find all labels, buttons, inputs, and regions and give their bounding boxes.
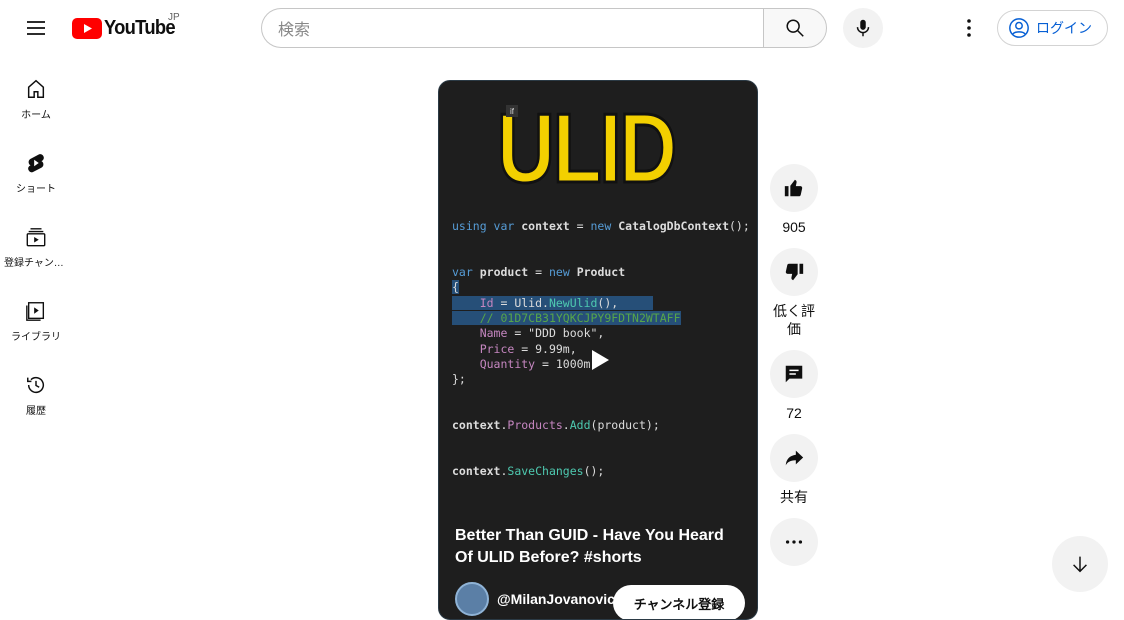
more-horizontal-icon <box>785 540 803 544</box>
code-line: context.SaveChanges(); <box>452 464 605 478</box>
region-code: JP <box>168 12 180 23</box>
shorts-icon <box>28 154 44 173</box>
arrow-down-icon <box>1073 556 1087 573</box>
like-button[interactable] <box>770 164 818 212</box>
code-line: var product = new Product <box>452 265 626 279</box>
home-icon <box>27 79 45 98</box>
search-button[interactable] <box>763 8 827 48</box>
code-line: }; <box>452 372 466 386</box>
channel-avatar[interactable] <box>455 582 489 616</box>
youtube-play-logo-icon <box>72 17 102 39</box>
code-line: Id = Ulid.NewUlid(), <box>452 296 653 310</box>
mini-guide: ホーム ショート 登録チャンネル ライブラリ 履歴 <box>0 56 72 426</box>
dislike-label: 低く評価 <box>773 303 815 337</box>
thumbs-up-icon <box>784 179 803 197</box>
video-title[interactable]: Better Than GUID - Have You Heard Of ULI… <box>455 525 745 569</box>
shorts-player[interactable]: ULID if using var context = new CatalogD… <box>438 80 758 620</box>
sidebar-item-label: ホーム <box>21 110 51 121</box>
search-placeholder: 検索 <box>278 22 311 39</box>
library-icon <box>26 302 45 321</box>
channel-row: @MilanJovanovic チャンネル登録 <box>455 581 755 619</box>
subscribe-button[interactable]: チャンネル登録 <box>613 585 745 619</box>
account-circle-icon <box>1009 18 1029 38</box>
share-button[interactable] <box>770 434 818 482</box>
like-count: 905 <box>782 219 806 235</box>
search-bar: 検索 <box>261 8 827 48</box>
comment-count: 72 <box>786 405 802 421</box>
code-line: Price = 9.99m, <box>479 342 577 356</box>
comment-action: 72 <box>770 350 818 422</box>
share-icon <box>785 450 804 466</box>
sidebar-item-label: 登録チャンネル <box>4 258 68 269</box>
more-vertical-icon <box>967 19 971 37</box>
settings-menu-button[interactable] <box>949 8 989 48</box>
comment-icon <box>785 365 803 383</box>
search-input[interactable]: 検索 <box>261 8 764 48</box>
login-label: ログイン <box>1036 20 1092 36</box>
microphone-icon <box>856 19 870 37</box>
share-label: 共有 <box>780 489 808 505</box>
code-line: Name = "DDD book", <box>479 326 605 340</box>
like-action: 905 <box>770 164 818 236</box>
sidebar-item-label: ショート <box>16 184 56 195</box>
code-line: using var context = new CatalogDbContext… <box>452 219 750 233</box>
thumbnail-badge: if <box>506 105 518 117</box>
sidebar-item-shorts[interactable]: ショート <box>0 130 72 204</box>
login-button[interactable]: ログイン <box>997 10 1108 46</box>
sidebar-item-label: 履歴 <box>26 406 46 417</box>
logo-text: YouTube <box>104 16 176 39</box>
code-line: { <box>452 280 459 294</box>
thumbnail-heading: ULID <box>496 93 679 203</box>
sidebar-item-home[interactable]: ホーム <box>0 56 72 130</box>
guide-menu-button[interactable] <box>16 8 56 48</box>
code-line: context.Products.Add(product); <box>452 418 660 432</box>
voice-search-button[interactable] <box>843 8 883 48</box>
sidebar-item-history[interactable]: 履歴 <box>0 352 72 426</box>
thumbs-down-icon <box>785 263 804 281</box>
code-line: // 01D7CB31YQKCJPY9FDTN2WTAFF <box>452 311 681 325</box>
share-action: 共有 <box>770 434 818 506</box>
more-actions-button[interactable] <box>770 518 818 566</box>
action-bar: 905 低く評価 72 共有 <box>770 164 818 578</box>
comment-button[interactable] <box>770 350 818 398</box>
search-icon <box>786 19 804 37</box>
history-icon <box>27 377 45 394</box>
channel-name[interactable]: @MilanJovanovic <box>497 591 615 607</box>
subscriptions-icon <box>26 228 46 247</box>
hamburger-icon <box>27 21 45 35</box>
sidebar-item-library[interactable]: ライブラリ <box>0 278 72 352</box>
masthead: YouTube JP 検索 ログイン <box>0 0 1124 56</box>
code-line: Quantity = 1000m <box>479 357 591 371</box>
sidebar-item-label: ライブラリ <box>11 332 61 343</box>
dislike-button[interactable] <box>770 248 818 296</box>
more-action <box>770 518 818 566</box>
play-icon[interactable] <box>589 349 611 371</box>
sidebar-item-subscriptions[interactable]: 登録チャンネル <box>0 204 72 278</box>
dislike-action: 低く評価 <box>770 248 818 338</box>
youtube-logo[interactable]: YouTube <box>72 16 181 40</box>
next-video-button[interactable] <box>1052 536 1108 592</box>
